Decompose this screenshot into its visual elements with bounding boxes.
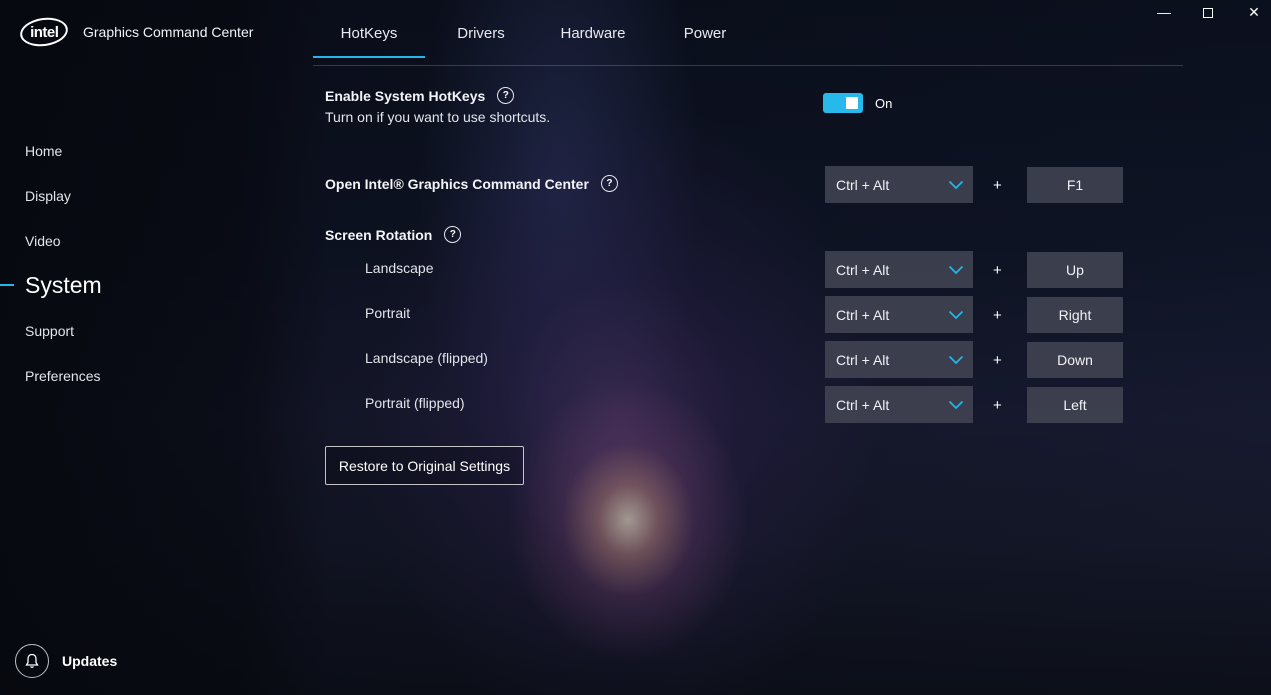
portrait-modifier-dropdown[interactable]: Ctrl + Alt — [825, 296, 973, 333]
tab-divider — [313, 65, 1183, 66]
landscape-key-field[interactable]: Up — [1027, 252, 1123, 288]
rotation-landscape-flipped-label: Landscape (flipped) — [365, 350, 488, 366]
app-brand: intel Graphics Command Center — [18, 14, 254, 50]
tab-hotkeys[interactable]: HotKeys — [313, 25, 425, 58]
enable-hotkeys-title: Enable System HotKeys ? — [325, 87, 515, 104]
chevron-down-icon — [948, 310, 964, 319]
tab-drivers[interactable]: Drivers — [425, 25, 537, 58]
sidebar-item-display[interactable]: Display — [25, 188, 71, 204]
open-gcc-title: Open Intel® Graphics Command Center ? — [325, 175, 618, 192]
screen-rotation-title: Screen Rotation ? — [325, 226, 462, 243]
updates-label: Updates — [62, 653, 118, 669]
toggle-knob — [846, 97, 858, 109]
enable-hotkeys-description: Turn on if you want to use shortcuts. — [325, 109, 551, 125]
plus-sign: + — [993, 397, 1002, 414]
landscape-flipped-modifier-dropdown[interactable]: Ctrl + Alt — [825, 341, 973, 378]
close-button[interactable]: ✕ — [1242, 3, 1266, 21]
sidebar-item-preferences[interactable]: Preferences — [25, 368, 100, 384]
help-icon[interactable]: ? — [497, 87, 515, 104]
landscape-modifier-dropdown[interactable]: Ctrl + Alt — [825, 251, 973, 288]
open-gcc-label: Open Intel® Graphics Command Center — [325, 175, 589, 192]
tab-hardware[interactable]: Hardware — [537, 25, 649, 58]
maximize-icon — [1203, 8, 1213, 19]
modifier-value: Ctrl + Alt — [836, 176, 890, 193]
modifier-value: Ctrl + Alt — [836, 306, 890, 323]
landscape-flipped-key-field[interactable]: Down — [1027, 342, 1123, 378]
open-gcc-key-field[interactable]: F1 — [1027, 167, 1123, 203]
plus-sign: + — [993, 352, 1002, 369]
restore-defaults-button[interactable]: Restore to Original Settings — [325, 446, 524, 485]
plus-sign: + — [993, 262, 1002, 279]
portrait-flipped-modifier-dropdown[interactable]: Ctrl + Alt — [825, 386, 973, 423]
portrait-key-field[interactable]: Right — [1027, 297, 1123, 333]
help-icon[interactable]: ? — [444, 226, 462, 243]
sidebar-item-home[interactable]: Home — [25, 143, 62, 159]
chevron-down-icon — [948, 400, 964, 409]
rotation-landscape-label: Landscape — [365, 260, 434, 276]
rotation-portrait-flipped-label: Portrait (flipped) — [365, 395, 465, 411]
screen-rotation-label: Screen Rotation — [325, 226, 433, 243]
sidebar-item-support[interactable]: Support — [25, 323, 74, 339]
bell-icon — [15, 644, 49, 678]
updates-button[interactable]: Updates — [15, 644, 117, 678]
tab-bar: HotKeys Drivers Hardware Power — [313, 25, 761, 58]
chevron-down-icon — [948, 355, 964, 364]
sidebar-item-system[interactable]: System — [25, 272, 102, 299]
toggle-state-label: On — [875, 96, 893, 111]
minimize-button[interactable]: — — [1152, 3, 1176, 21]
plus-sign: + — [993, 177, 1002, 194]
help-icon[interactable]: ? — [600, 175, 618, 192]
chevron-down-icon — [948, 180, 964, 189]
rotation-portrait-label: Portrait — [365, 305, 411, 321]
modifier-value: Ctrl + Alt — [836, 261, 890, 278]
portrait-flipped-key-field[interactable]: Left — [1027, 387, 1123, 423]
app-title: Graphics Command Center — [83, 24, 254, 40]
chevron-down-icon — [948, 265, 964, 274]
modifier-value: Ctrl + Alt — [836, 351, 890, 368]
sidebar-item-video[interactable]: Video — [25, 233, 61, 249]
open-gcc-modifier-dropdown[interactable]: Ctrl + Alt — [825, 166, 973, 203]
intel-logo: intel — [18, 14, 70, 50]
plus-sign: + — [993, 307, 1002, 324]
enable-hotkeys-toggle[interactable] — [823, 93, 863, 113]
tab-power[interactable]: Power — [649, 25, 761, 58]
modifier-value: Ctrl + Alt — [836, 396, 890, 413]
enable-hotkeys-label: Enable System HotKeys — [325, 87, 486, 104]
maximize-button[interactable] — [1196, 3, 1220, 21]
active-nav-indicator — [0, 284, 14, 286]
